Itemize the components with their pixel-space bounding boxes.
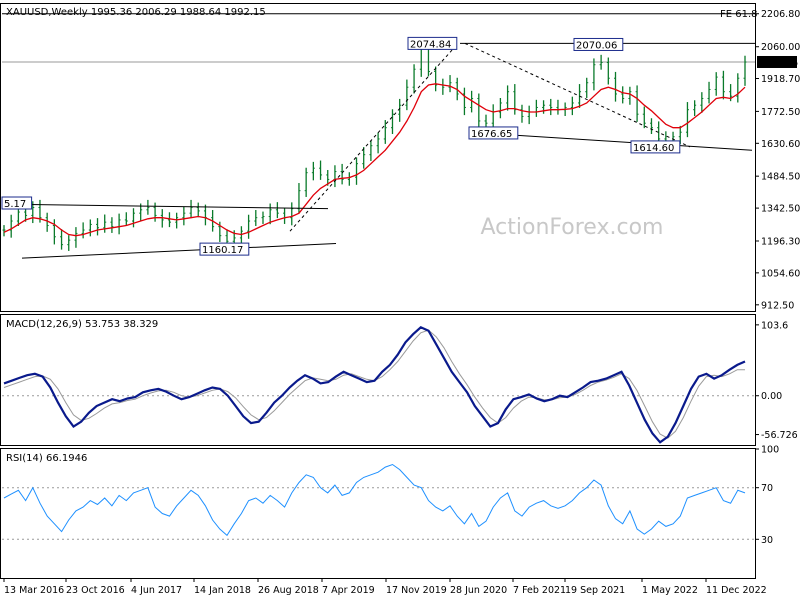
macd-panel-header: MACD(12,26,9) 53.753 38.329	[6, 319, 158, 330]
x-tick-label: 4 Jun 2017	[131, 585, 182, 596]
price-y-tick-label: 2060.00	[761, 42, 800, 53]
price-y-tick-label: 1918.70	[761, 74, 800, 85]
macd-y-tick-label: -56.726	[761, 430, 798, 441]
rsi-panel-frame	[0, 448, 756, 579]
price-y-tick-label: 1484.50	[761, 172, 800, 183]
rsi-y-tick-label: 100	[761, 445, 779, 456]
price-y-tick-label: 1196.30	[761, 236, 800, 247]
price-y-tick-label: 2206.80	[761, 9, 800, 20]
watermark: ActionForex.com	[481, 215, 664, 240]
macd-panel-frame	[0, 314, 756, 446]
annotation-label: 5.17	[4, 199, 26, 210]
x-tick-label: 26 Aug 2018	[258, 585, 319, 596]
rsi-y-tick-label: 70	[761, 483, 773, 494]
x-tick-label: 7 Apr 2019	[322, 585, 375, 596]
x-tick-label: 28 Jun 2020	[450, 585, 507, 596]
x-tick-label: 14 Jan 2018	[194, 585, 251, 596]
x-tick-label: 11 Dec 2022	[706, 585, 767, 596]
chart-root: ActionForex.com 2074.84 2070.06 1676.65 161…	[0, 3, 800, 596]
x-tick-label: 7 Feb 2021	[513, 585, 566, 596]
rsi-y-tick-label: 30	[761, 535, 773, 546]
annotation-label: 1614.60	[633, 143, 674, 154]
x-tick-label: 23 Oct 2016	[66, 585, 125, 596]
current-price-label: 1992.15	[759, 58, 798, 69]
annotation-label: 2074.84	[410, 39, 451, 50]
price-y-tick-label: 1054.60	[761, 268, 800, 279]
x-tick-label: 1 May 2022	[642, 585, 698, 596]
price-y-tick-label: 1342.50	[761, 204, 800, 215]
annotation-label: 1160.17	[202, 245, 243, 256]
price-panel-header: XAUUSD,Weekly 1995.36 2006.29 1988.64 19…	[6, 7, 266, 18]
x-tick-label: 19 Sep 2021	[565, 585, 625, 596]
x-tick-label: 17 Nov 2019	[386, 585, 447, 596]
price-y-tick-label: 1772.50	[761, 107, 800, 118]
macd-y-tick-label: 0.00	[761, 391, 782, 402]
annotation-label: 1676.65	[471, 129, 512, 140]
price-y-tick-label: 912.50	[761, 300, 794, 311]
x-tick-label: 13 Mar 2016	[4, 585, 64, 596]
macd-y-tick-label: 103.6	[761, 320, 788, 331]
rsi-panel-header: RSI(14) 66.1946	[6, 453, 87, 464]
annotation-label: 2070.06	[576, 40, 617, 51]
fe-label: FE 61.8	[720, 9, 758, 20]
price-y-tick-label: 1630.60	[761, 139, 800, 150]
